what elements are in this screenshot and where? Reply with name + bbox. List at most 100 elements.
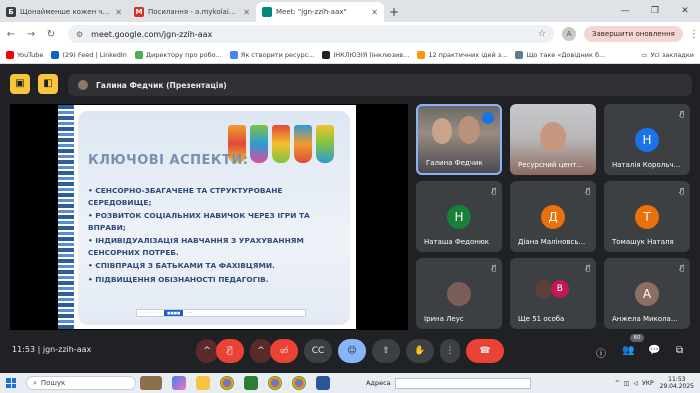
url-text: meet.google.com/jgn-zzih-aax [91, 29, 213, 39]
bookmark-ideas[interactable]: 12 практичних ідей з... [417, 50, 507, 59]
sock-image [316, 125, 334, 163]
more-options-icon[interactable]: ⋮ [440, 339, 460, 363]
taskbar-search[interactable]: ⌕ Пошук [26, 376, 136, 390]
participant-count-badge: 60 [630, 334, 644, 342]
all-bookmarks[interactable]: ▭ Усі закладки [635, 46, 694, 63]
copilot-icon[interactable] [172, 376, 186, 390]
minimize-icon[interactable]: — [610, 0, 640, 22]
emoji-button[interactable]: ☺ [338, 339, 366, 363]
chrome-icon[interactable] [268, 376, 282, 390]
youtube-icon [6, 50, 14, 59]
participant-tile[interactable]: 🎙̸ Н Наталія Корольч... [604, 104, 690, 175]
participant-tile[interactable]: Ресурсний цент... [510, 104, 596, 175]
mic-options-chevron-icon[interactable]: ^ [196, 339, 218, 363]
participant-name: Ресурсний цент... [518, 161, 584, 169]
captions-button[interactable]: CC [304, 339, 332, 363]
clock[interactable]: 11:53 29.04.2025 [660, 376, 694, 390]
sock-image [272, 125, 290, 163]
widgets-icon[interactable] [140, 376, 162, 390]
raise-hand-button[interactable]: ✋ [406, 339, 434, 363]
info-icon[interactable]: ⓘ [596, 345, 606, 360]
word-icon[interactable] [316, 376, 330, 390]
sock-image [294, 125, 312, 163]
chrome-icon[interactable] [292, 376, 306, 390]
network-icon[interactable]: ◫ [624, 380, 630, 387]
mic-off-icon: 🎙̸ [679, 264, 684, 272]
tab-mail[interactable]: M Посилання - a.mykolaichuk@vipp... ✕ [128, 2, 256, 22]
profile-avatar[interactable]: A [562, 27, 576, 41]
new-tab-button[interactable]: + [384, 2, 404, 22]
bookmark-linkedin[interactable]: (29) Feed | LinkedIn [51, 50, 127, 59]
bookmark-label: YouTube [17, 50, 44, 59]
layout-icon[interactable]: ▣ [10, 74, 30, 94]
slide: КЛЮЧОВІ АСПЕКТИ: • СЕНСОРНО-ЗБАГАЧЕНЕ ТА… [58, 105, 356, 329]
participant-name: Наташа Федонюк [424, 238, 489, 246]
screen: Б Щонайменше кожен четвертий ... ✕ M Пос… [0, 0, 700, 393]
all-bookmarks-label: Усі закладки [650, 51, 694, 59]
mic-off-icon: 🎙̸ [679, 187, 684, 195]
tab-meet[interactable]: Meet: "jgn-zzih-aax" ✕ [256, 2, 384, 22]
bookmark-star-icon[interactable]: ☆ [538, 29, 546, 39]
participant-tile[interactable]: 🎙̸ Ірина Леус [416, 258, 502, 329]
close-icon[interactable]: ✕ [243, 8, 250, 17]
url-field[interactable]: ⚙ meet.google.com/jgn-zzih-aax ☆ [68, 25, 554, 43]
presenter-bar: Галина Федчик (Презентація) [68, 74, 692, 96]
camera-toggle-button[interactable]: ▭̸ [270, 339, 298, 363]
slide-bullet: • ПІДВИЩЕННЯ ОБІЗНАНОСТІ ПЕДАГОГІВ. [88, 274, 269, 284]
folder-icon: ▭ [641, 51, 648, 59]
participant-name: Анжела Микола... [612, 315, 678, 323]
finish-update-button[interactable]: Завершити оновлення [584, 26, 683, 42]
mic-off-icon: 🎙̸ [491, 264, 496, 272]
app-icon[interactable] [244, 376, 258, 390]
participant-video [432, 118, 452, 144]
tray-chevron-icon[interactable]: ^ [615, 380, 620, 387]
search-placeholder: Пошук [40, 379, 66, 387]
more-participants-tile[interactable]: 🎙̸ В Ще 51 особа [510, 258, 596, 329]
participant-tile[interactable]: 🎙̸ Д Діана Маліновсь... [510, 181, 596, 252]
site-info-icon[interactable]: ⚙ [76, 30, 83, 39]
volume-icon[interactable]: ◁ [633, 380, 638, 387]
share-bar-hide[interactable]: ····· [183, 311, 195, 315]
participant-tile[interactable]: Галина Федчик [416, 104, 502, 175]
reload-icon[interactable]: ↻ [42, 29, 60, 40]
people-icon[interactable]: 👥 [622, 345, 634, 356]
chrome-icon[interactable] [220, 376, 234, 390]
back-icon[interactable]: ← [2, 29, 20, 40]
pin-icon[interactable]: ◧ [38, 74, 58, 94]
file-explorer-icon[interactable] [196, 376, 210, 390]
address-toolbar-input[interactable] [394, 377, 531, 389]
participant-tile[interactable]: 🎙̸ А Анжела Микола... [604, 258, 690, 329]
bookmark-label: Директору про робо... [145, 50, 222, 59]
bookmark-youtube[interactable]: YouTube [6, 50, 44, 59]
os-taskbar: ⌕ Пошук Адреса ^ ◫ ◁ УКР 11:53 29.04.202… [0, 373, 700, 393]
share-bar-button[interactable]: ■■■■ [164, 310, 184, 316]
camera-options-chevron-icon[interactable]: ^ [250, 339, 272, 363]
participant-avatar: В [550, 280, 569, 298]
windows-start-icon[interactable] [6, 378, 16, 388]
participant-tile[interactable]: 🎙̸ Н Наташа Федонюк [416, 181, 502, 252]
tab-title: Посилання - a.mykolaichuk@vipp... [148, 8, 239, 16]
close-icon[interactable]: ✕ [371, 8, 378, 17]
participant-avatar: Н [635, 128, 659, 152]
maximize-icon[interactable]: ❐ [640, 0, 670, 22]
mic-off-icon: 🎙̸ [679, 110, 684, 118]
present-button[interactable]: ⇧ [372, 339, 400, 363]
slide-bullets: • СЕНСОРНО-ЗБАГАЧЕНЕ ТА СТРУКТУРОВАНЕ СЕ… [88, 185, 342, 287]
bookmark-director[interactable]: Директору про робо... [134, 50, 222, 59]
leave-call-button[interactable]: ☎ [466, 339, 504, 363]
mic-toggle-button[interactable]: 🎙̸ [216, 339, 244, 363]
language-indicator[interactable]: УКР [642, 380, 654, 387]
bookmark-resource[interactable]: Як створити ресурс... [229, 50, 314, 59]
participant-tile[interactable]: 🎙̸ Т Томашук Наталя [604, 181, 690, 252]
forward-icon[interactable]: → [22, 29, 40, 40]
bookmark-reference[interactable]: Що таке «Довідник б... [515, 50, 605, 59]
close-icon[interactable]: ✕ [115, 8, 122, 17]
chat-icon[interactable]: 💬 [648, 345, 660, 356]
bookmark-inclusion[interactable]: ІНКЛЮЗІЯ (Інклюзив... [322, 50, 409, 59]
tab-news[interactable]: Б Щонайменше кожен четвертий ... ✕ [0, 2, 128, 22]
participant-photo [447, 282, 471, 306]
close-window-icon[interactable]: ✕ [670, 0, 700, 22]
activities-icon[interactable]: ⧉ [676, 345, 683, 356]
participant-video [458, 116, 480, 144]
menu-kebab-icon[interactable]: ⋮ [689, 29, 699, 40]
